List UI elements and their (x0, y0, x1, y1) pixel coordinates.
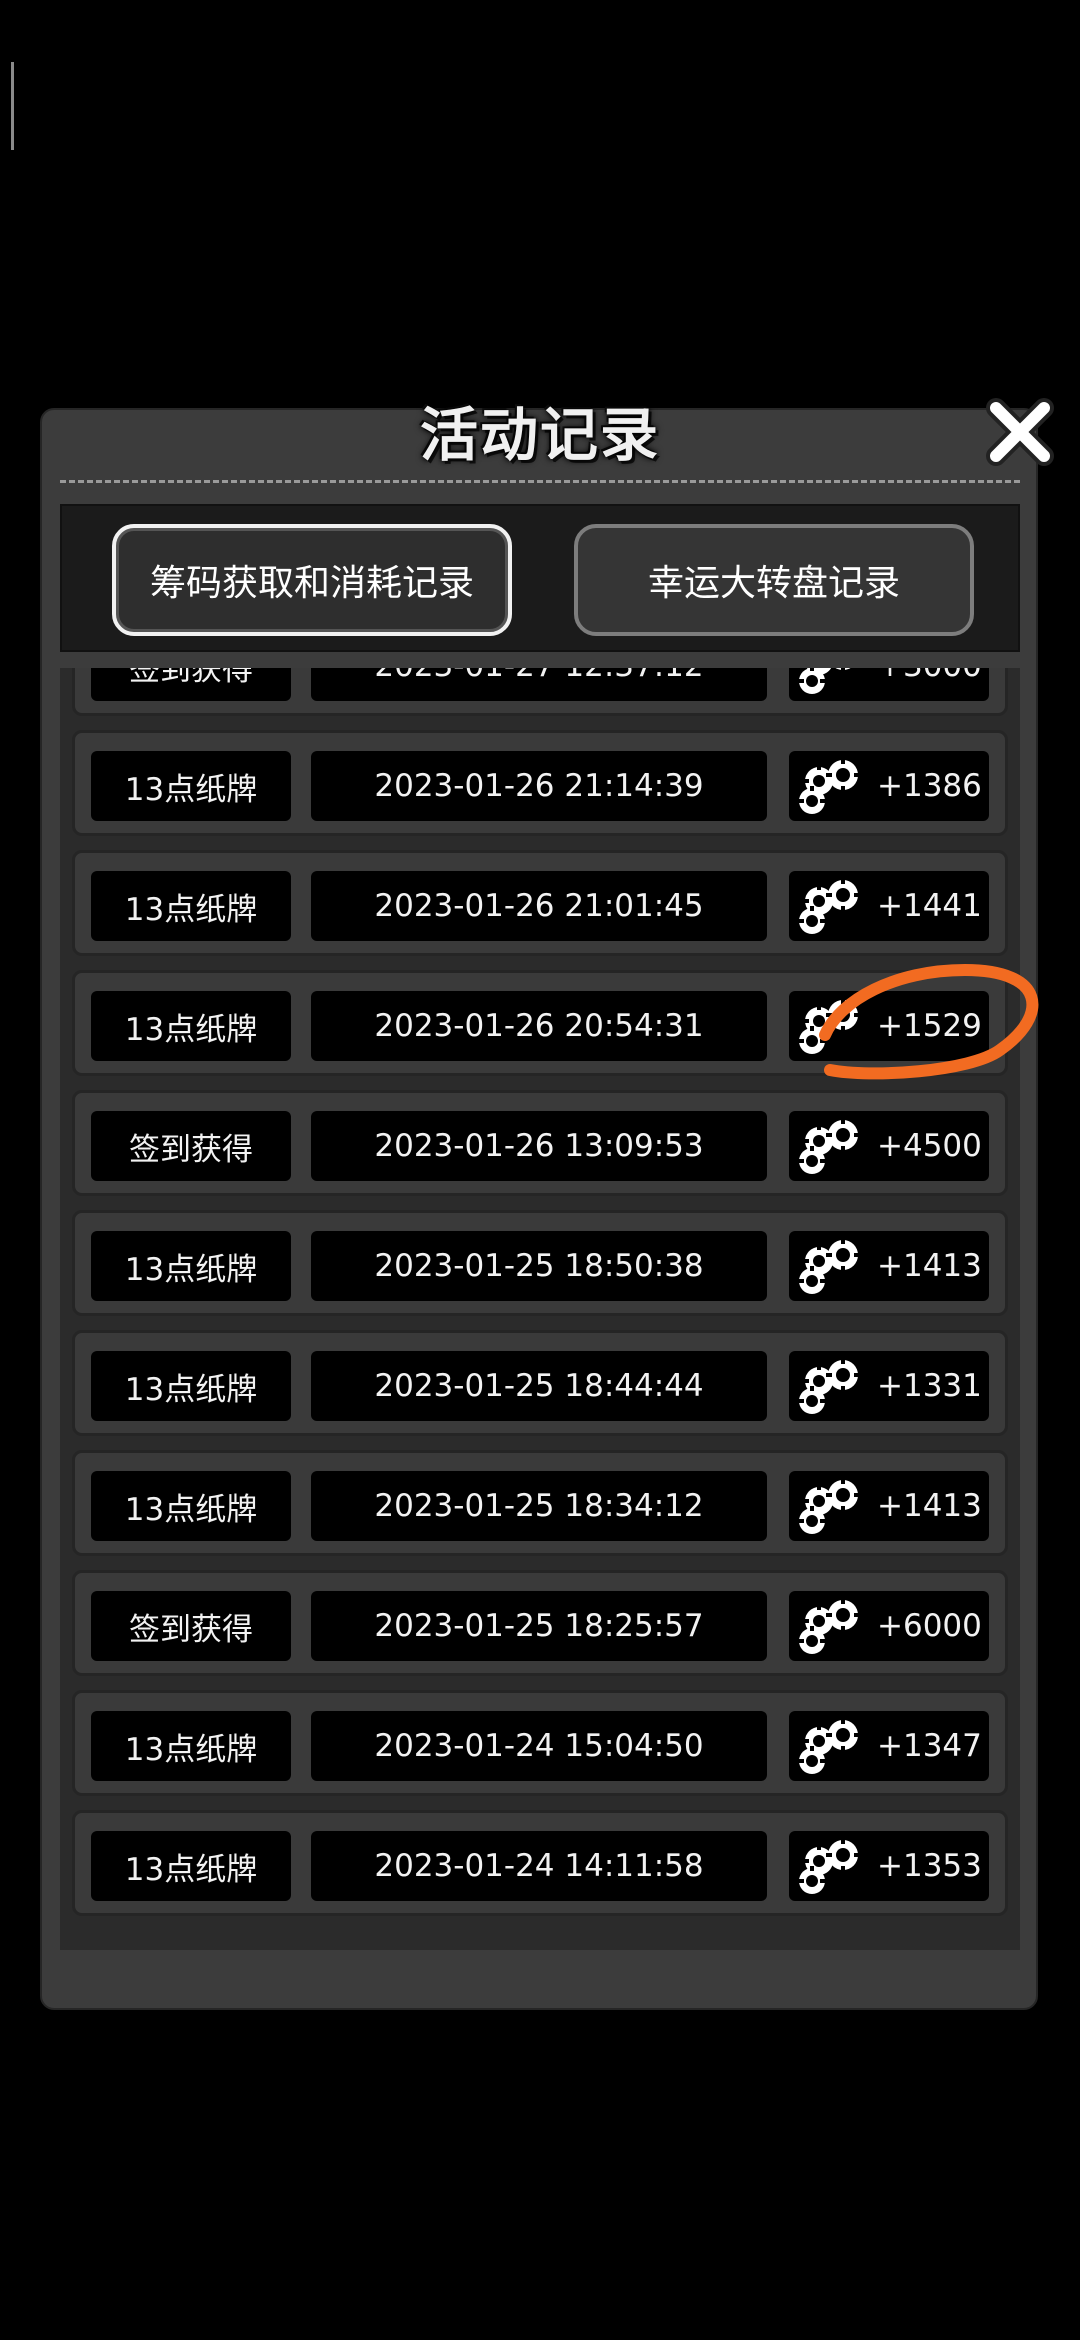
table-row: 签到获得 2023-01-27 12:37:12 +3000 (72, 668, 1008, 716)
title-divider (60, 480, 1020, 483)
record-type: 13点纸牌 (91, 1711, 291, 1781)
record-type: 13点纸牌 (91, 871, 291, 941)
poker-chips-icon (795, 1595, 869, 1657)
record-type: 签到获得 (91, 668, 291, 701)
record-amount: +1353 (877, 1848, 982, 1884)
record-type: 13点纸牌 (91, 991, 291, 1061)
record-amount-cell: +3000 (789, 668, 989, 701)
record-time: 2023-01-26 20:54:31 (311, 991, 767, 1061)
record-time: 2023-01-24 14:11:58 (311, 1831, 767, 1901)
record-time: 2023-01-26 21:14:39 (311, 751, 767, 821)
record-amount: +6000 (877, 1608, 982, 1644)
record-type: 13点纸牌 (91, 751, 291, 821)
record-type: 13点纸牌 (91, 1231, 291, 1301)
poker-chips-icon (795, 1475, 869, 1537)
table-row: 13点纸牌 2023-01-26 21:01:45 +1441 (72, 850, 1008, 956)
poker-chips-icon (795, 1355, 869, 1417)
record-time: 2023-01-25 18:25:57 (311, 1591, 767, 1661)
record-amount: +1331 (877, 1368, 982, 1404)
poker-chips-icon (795, 1115, 869, 1177)
record-type: 13点纸牌 (91, 1351, 291, 1421)
dialog-title: 活动记录 (419, 401, 660, 469)
record-amount: +1386 (877, 768, 982, 804)
record-amount-cell: +1529 (789, 991, 989, 1061)
record-amount: +1529 (877, 1008, 982, 1044)
record-amount-cell: +1441 (789, 871, 989, 941)
record-time: 2023-01-25 18:50:38 (311, 1231, 767, 1301)
tab-chip-records[interactable]: 筹码获取和消耗记录 (112, 524, 512, 636)
poker-chips-icon (795, 1835, 869, 1897)
record-type: 13点纸牌 (91, 1831, 291, 1901)
record-time: 2023-01-26 21:01:45 (311, 871, 767, 941)
record-type: 签到获得 (91, 1111, 291, 1181)
record-amount-cell: +1413 (789, 1231, 989, 1301)
close-button[interactable] (982, 394, 1058, 470)
record-amount-cell: +1386 (789, 751, 989, 821)
records-list[interactable]: 签到获得 2023-01-27 12:37:12 +3000 13点纸牌 2023-01… (60, 668, 1020, 1950)
record-amount: +1413 (877, 1488, 982, 1524)
record-type: 13点纸牌 (91, 1471, 291, 1541)
record-time: 2023-01-24 15:04:50 (311, 1711, 767, 1781)
record-amount-cell: +6000 (789, 1591, 989, 1661)
record-amount: +1347 (877, 1728, 982, 1764)
tab-lucky-wheel-records[interactable]: 幸运大转盘记录 (574, 524, 974, 636)
table-row: 13点纸牌 2023-01-25 18:34:12 +1413 (72, 1450, 1008, 1556)
record-amount: +3000 (877, 668, 982, 684)
poker-chips-icon (795, 755, 869, 817)
table-row: 13点纸牌 2023-01-24 15:04:50 +1347 (72, 1690, 1008, 1796)
record-amount: +1413 (877, 1248, 982, 1284)
poker-chips-icon (795, 668, 869, 697)
table-row: 13点纸牌 2023-01-26 20:54:31 +1529 (72, 970, 1008, 1076)
record-type: 签到获得 (91, 1591, 291, 1661)
record-time: 2023-01-25 18:34:12 (311, 1471, 767, 1541)
table-row: 13点纸牌 2023-01-25 18:50:38 +1413 (72, 1210, 1008, 1316)
poker-chips-icon (795, 1715, 869, 1777)
close-icon (986, 398, 1054, 466)
poker-chips-icon (795, 1235, 869, 1297)
table-row: 签到获得 2023-01-25 18:25:57 +6000 (72, 1570, 1008, 1676)
record-amount-cell: +1413 (789, 1471, 989, 1541)
record-amount: +1441 (877, 888, 982, 924)
tab-bar: 筹码获取和消耗记录 幸运大转盘记录 (60, 504, 1020, 652)
table-row: 签到获得 2023-01-26 13:09:53 +4500 (72, 1090, 1008, 1196)
record-time: 2023-01-26 13:09:53 (311, 1111, 767, 1181)
poker-chips-icon (795, 875, 869, 937)
record-time: 2023-01-25 18:44:44 (311, 1351, 767, 1421)
record-time: 2023-01-27 12:37:12 (311, 668, 767, 701)
table-row: 13点纸牌 2023-01-24 14:11:58 +1353 (72, 1810, 1008, 1916)
record-amount-cell: +1331 (789, 1351, 989, 1421)
record-amount-cell: +1353 (789, 1831, 989, 1901)
table-row: 13点纸牌 2023-01-25 18:44:44 +1331 (72, 1330, 1008, 1436)
table-row: 13点纸牌 2023-01-26 21:14:39 +1386 (72, 730, 1008, 836)
record-amount: +4500 (877, 1128, 982, 1164)
poker-chips-icon (795, 995, 869, 1057)
text-cursor (11, 62, 14, 150)
record-amount-cell: +1347 (789, 1711, 989, 1781)
record-amount-cell: +4500 (789, 1111, 989, 1181)
